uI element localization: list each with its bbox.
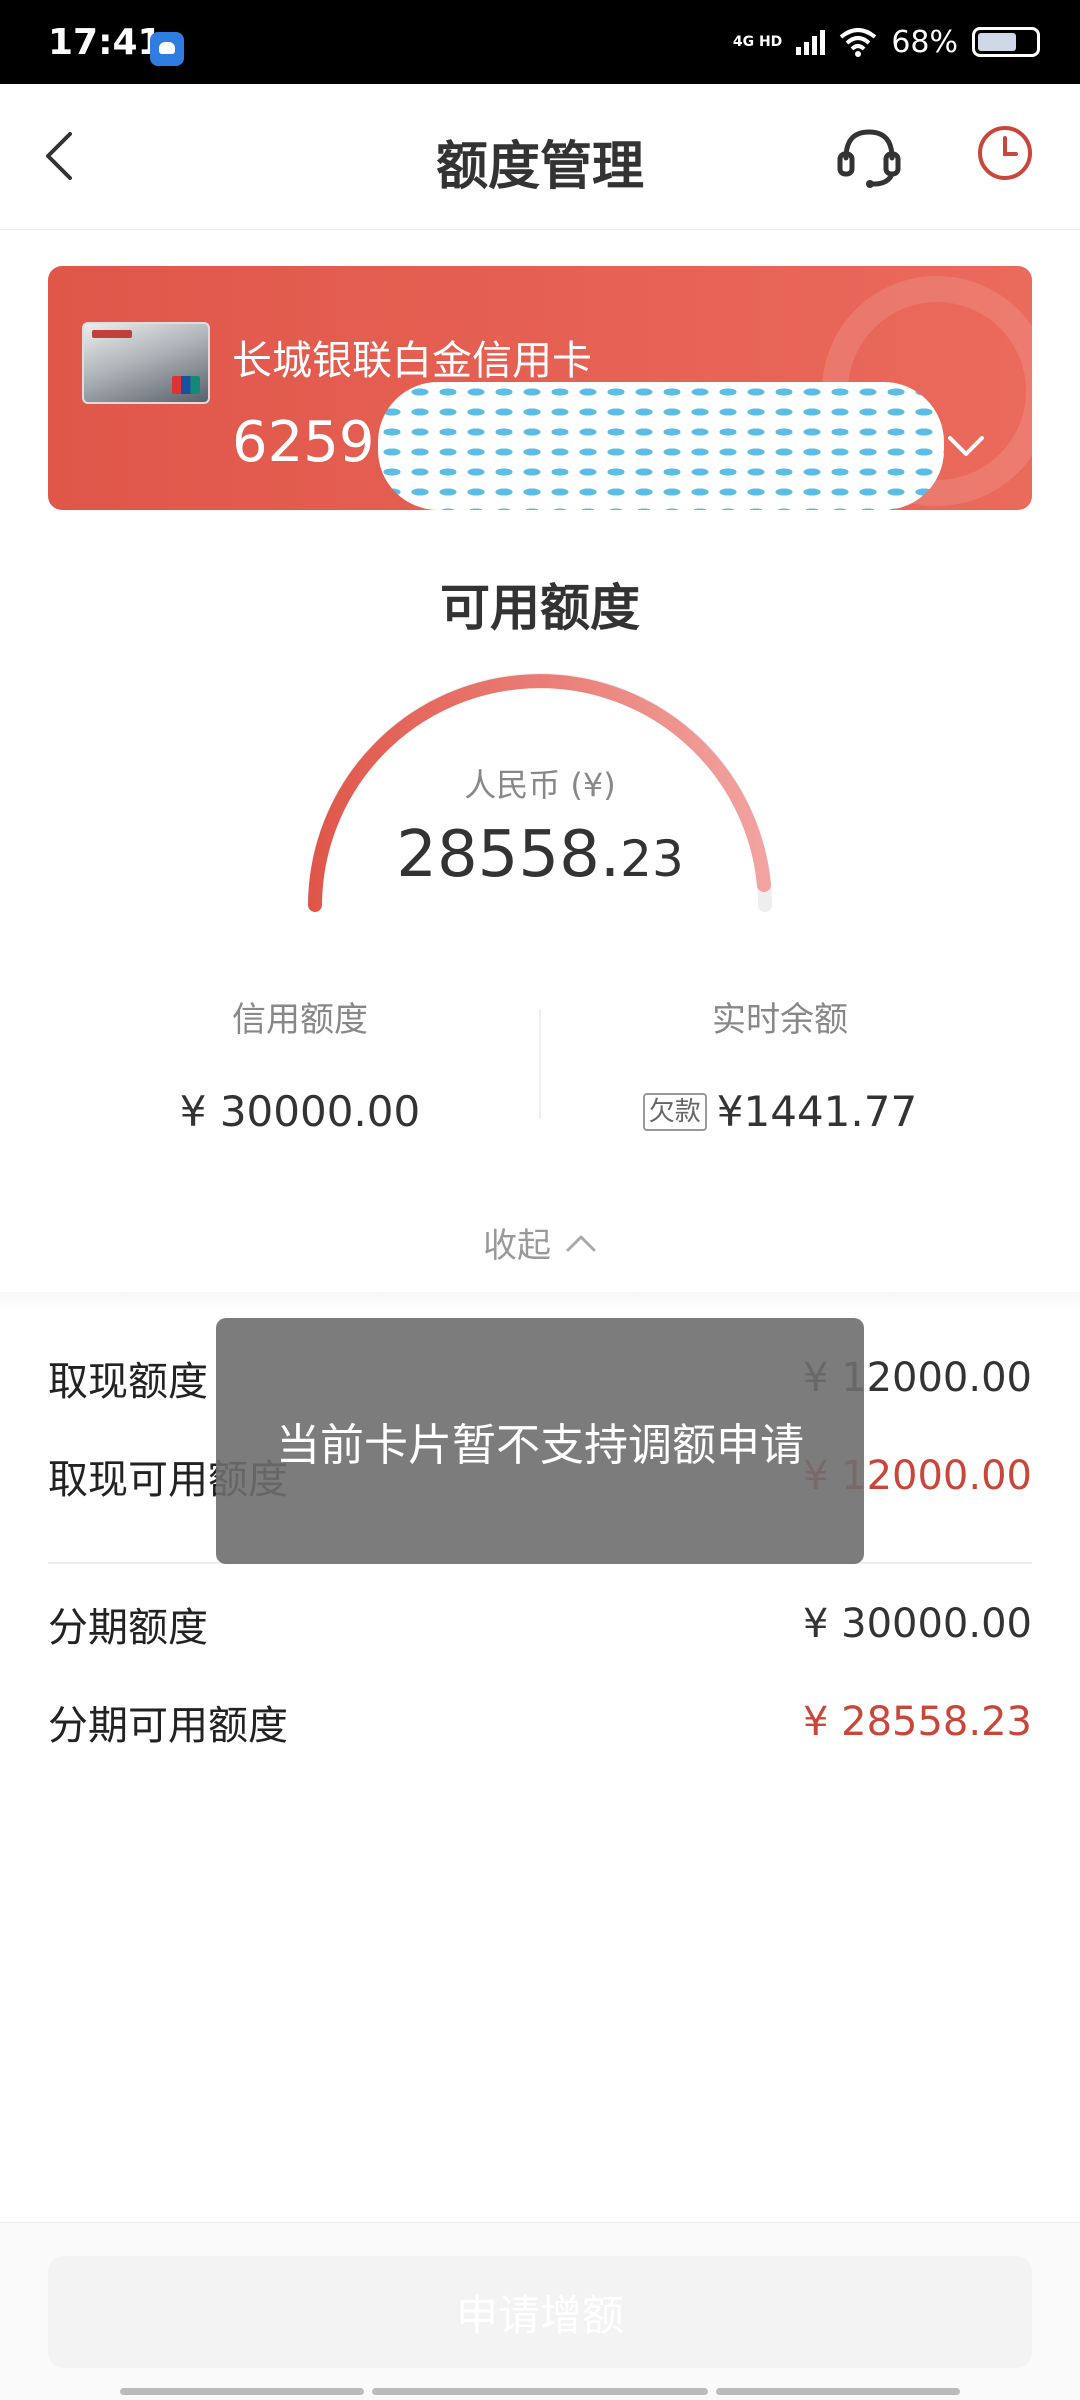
credit-limit-value: ¥ 30000.00 xyxy=(70,1087,530,1136)
signal-icon xyxy=(796,29,826,55)
nav-bar-segment xyxy=(716,2388,960,2395)
card-name: 长城银联白金信用卡 xyxy=(232,338,592,384)
credit-limit-label: 信用额度 xyxy=(232,1000,368,1040)
collapse-label: 收起 xyxy=(483,1226,551,1266)
card-number-prefix: 6259 xyxy=(232,410,375,475)
realtime-balance-label: 实时余额 xyxy=(712,1000,848,1040)
network-type-label: 4G HD xyxy=(732,34,783,50)
stat-divider xyxy=(539,1010,541,1118)
chevron-up-icon xyxy=(566,1235,596,1251)
cash-limit-label: 取现额度 xyxy=(48,1359,208,1405)
nav-bar-segment xyxy=(120,2388,364,2395)
wifi-icon xyxy=(840,28,877,57)
realtime-balance-value: 欠款 ¥1441.77 xyxy=(550,1087,1010,1136)
apply-increase-button[interactable]: 申请增额 xyxy=(48,2256,1032,2368)
status-time: 17:41 xyxy=(48,22,163,63)
installment-limit-value: ¥ 30000.00 xyxy=(802,1601,1032,1647)
installment-available-value: ¥ 28558.23 xyxy=(802,1699,1032,1745)
installment-limit-label: 分期额度 xyxy=(48,1605,208,1651)
battery-icon xyxy=(972,27,1040,57)
status-right-group: 4G HD 68% xyxy=(733,22,1040,62)
realtime-balance-stat: 实时余额 欠款 ¥1441.77 xyxy=(550,992,1010,1136)
nav-bar-segment xyxy=(372,2388,708,2395)
installment-limit-row: 分期额度 ¥ 30000.00 xyxy=(48,1594,1032,1654)
toast-message: 当前卡片暂不支持调额申请 xyxy=(216,1318,864,1564)
collapse-toggle[interactable]: 收起 xyxy=(0,1218,1080,1267)
card-selector[interactable]: 长城银联白金信用卡 6259 xyxy=(48,266,1032,510)
status-bar: 17:41 4G HD 68% xyxy=(0,0,1080,84)
page-title: 额度管理 xyxy=(435,137,644,197)
section-separator xyxy=(0,1292,1080,1310)
available-amount-decimal: 23 xyxy=(620,830,684,888)
app-notification-icon xyxy=(150,32,184,66)
chevron-down-icon[interactable] xyxy=(946,432,986,460)
realtime-balance-amount: ¥1441.77 xyxy=(716,1087,918,1136)
available-limit-title: 可用额度 xyxy=(440,579,640,637)
customer-service-headset-icon[interactable] xyxy=(836,124,902,190)
card-thumbnail-image xyxy=(82,322,210,404)
credit-limit-stat: 信用额度 ¥ 30000.00 xyxy=(70,992,530,1136)
history-clock-icon[interactable] xyxy=(976,124,1034,182)
currency-label: 人民币 (¥) xyxy=(464,766,616,804)
credit-limit-amount: ¥ 30000.00 xyxy=(179,1087,421,1136)
header: 额度管理 xyxy=(0,84,1080,230)
available-amount-integer: 28558. xyxy=(396,818,621,892)
available-amount: 28558.23 xyxy=(0,818,1080,892)
battery-percent: 68% xyxy=(891,24,958,60)
card-number-redaction xyxy=(378,382,944,510)
debt-badge: 欠款 xyxy=(642,1092,707,1131)
installment-available-row: 分期可用额度 ¥ 28558.23 xyxy=(48,1692,1032,1752)
installment-available-label: 分期可用额度 xyxy=(48,1703,288,1749)
